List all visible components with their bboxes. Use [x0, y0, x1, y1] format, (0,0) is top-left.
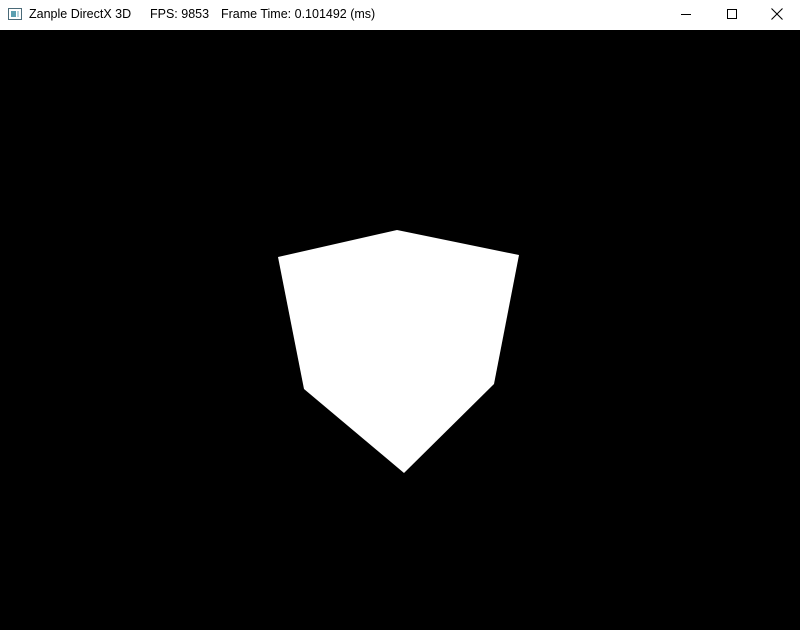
- close-icon: [771, 8, 783, 20]
- minimize-button[interactable]: [663, 0, 709, 30]
- maximize-icon: [727, 9, 737, 19]
- minimize-icon: [681, 14, 691, 15]
- window-app-icon[interactable]: [8, 8, 22, 20]
- close-button[interactable]: [754, 0, 800, 30]
- fps-readout: FPS: 9853: [150, 7, 210, 21]
- frame-time-readout: Frame Time: 0.101492 (ms): [221, 7, 376, 21]
- window-title: Zanple DirectX 3D: [29, 7, 132, 21]
- scene-canvas: [278, 230, 519, 473]
- app-window: Zanple DirectX 3D FPS: 9853 Frame Time: …: [0, 0, 800, 630]
- render-viewport[interactable]: [0, 30, 800, 630]
- cube-shape: [278, 230, 519, 473]
- title-bar[interactable]: Zanple DirectX 3D FPS: 9853 Frame Time: …: [0, 0, 800, 30]
- maximize-button[interactable]: [709, 0, 755, 30]
